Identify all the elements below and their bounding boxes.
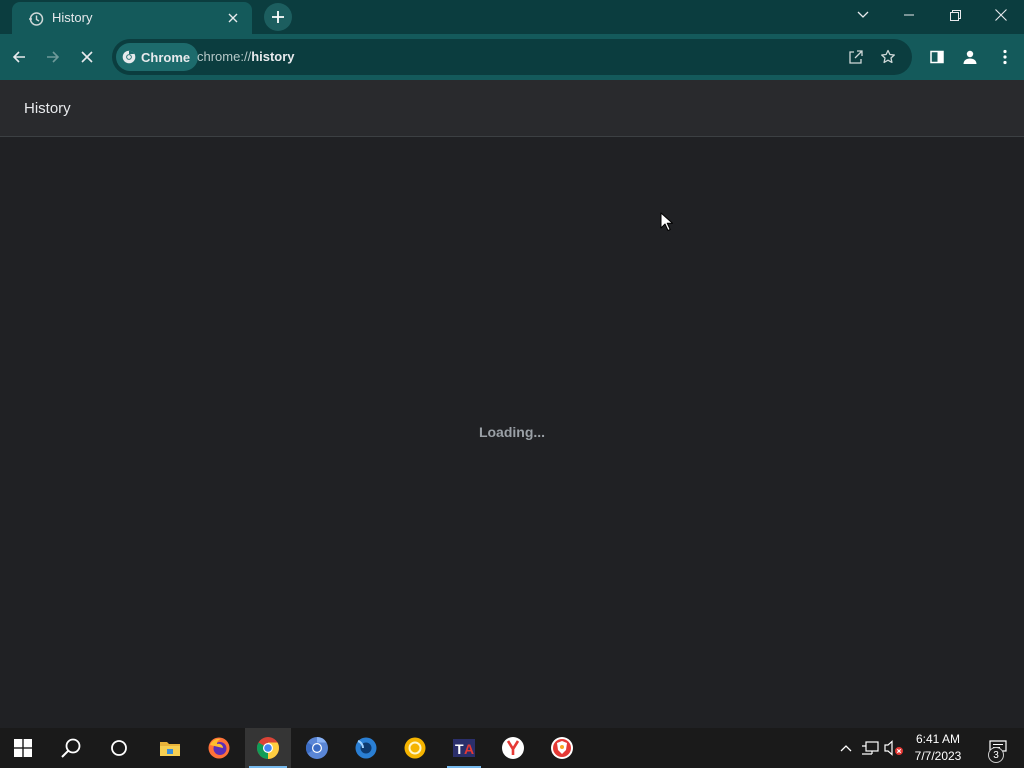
mouse-pointer-icon bbox=[660, 212, 673, 231]
tab-search-button[interactable] bbox=[840, 0, 886, 30]
folder-icon bbox=[160, 742, 180, 756]
forward-arrow-icon bbox=[47, 51, 60, 63]
plus-icon bbox=[272, 11, 284, 23]
menu-kebab-icon bbox=[1003, 49, 1007, 65]
svg-text:T: T bbox=[455, 741, 464, 757]
menu-button[interactable] bbox=[990, 42, 1020, 72]
new-tab-button[interactable] bbox=[264, 3, 292, 31]
text-editor-icon: TA bbox=[453, 739, 475, 757]
url-text[interactable]: chrome://history bbox=[197, 49, 295, 64]
close-window-button[interactable] bbox=[978, 0, 1024, 30]
chrome-logo-icon bbox=[122, 50, 136, 64]
stop-loading-icon bbox=[81, 51, 93, 63]
chrome-icon bbox=[257, 737, 279, 759]
restore-icon bbox=[949, 9, 961, 21]
brave-icon bbox=[551, 737, 573, 759]
clock-time: 6:41 AM bbox=[915, 732, 961, 746]
side-panel-button[interactable] bbox=[922, 42, 952, 72]
tab-close-icon[interactable] bbox=[224, 9, 242, 27]
minimize-button[interactable] bbox=[886, 0, 932, 30]
share-icon[interactable] bbox=[846, 47, 866, 67]
svg-text:A: A bbox=[464, 741, 474, 757]
tab-strip: History bbox=[0, 0, 1024, 34]
waterfox-button[interactable] bbox=[343, 728, 389, 768]
yandex-button[interactable] bbox=[490, 728, 536, 768]
profile-button[interactable] bbox=[955, 42, 985, 72]
forward-button[interactable] bbox=[38, 42, 68, 72]
url-host: history bbox=[251, 49, 295, 64]
tor-browser-button[interactable]: TA bbox=[441, 728, 487, 768]
yellow-browser-button[interactable] bbox=[392, 728, 438, 768]
search-icon bbox=[61, 738, 81, 758]
stop-button[interactable] bbox=[72, 42, 102, 72]
chromium-button[interactable] bbox=[294, 728, 340, 768]
volume-muted-icon[interactable] bbox=[884, 738, 904, 758]
url-scheme: chrome:// bbox=[197, 49, 252, 64]
search-button[interactable] bbox=[48, 728, 94, 768]
restore-button[interactable] bbox=[932, 0, 978, 30]
yellow-browser-icon bbox=[404, 737, 426, 759]
tray-overflow-chevron-icon[interactable] bbox=[836, 738, 856, 758]
chevron-down-icon bbox=[857, 11, 869, 18]
history-header: History bbox=[0, 80, 1024, 137]
notification-count-badge: 3 bbox=[988, 747, 1004, 763]
address-bar[interactable]: Chrome chrome://history bbox=[112, 39, 912, 75]
start-button[interactable] bbox=[0, 728, 46, 768]
yandex-icon bbox=[502, 737, 524, 759]
history-content: Loading... bbox=[0, 137, 1024, 727]
waterfox-icon bbox=[355, 737, 377, 759]
minimize-icon bbox=[904, 14, 914, 16]
back-arrow-icon bbox=[12, 51, 25, 63]
profile-icon bbox=[963, 50, 977, 64]
firefox-button[interactable] bbox=[196, 728, 242, 768]
network-icon[interactable] bbox=[860, 738, 880, 758]
cortana-ring-icon bbox=[111, 740, 127, 756]
close-icon bbox=[995, 9, 1007, 21]
cortana-button[interactable] bbox=[96, 728, 142, 768]
side-panel-icon bbox=[930, 50, 944, 64]
page-title: History bbox=[24, 100, 71, 117]
chromium-icon bbox=[306, 737, 328, 759]
tab-history[interactable]: History bbox=[12, 2, 252, 34]
windows-logo-icon bbox=[14, 739, 32, 757]
loading-text: Loading... bbox=[478, 424, 546, 440]
site-info-chip[interactable]: Chrome bbox=[116, 43, 199, 71]
browser-toolbar: Chrome chrome://history bbox=[0, 34, 1024, 80]
back-button[interactable] bbox=[4, 42, 34, 72]
file-explorer-button[interactable] bbox=[147, 728, 193, 768]
brave-button[interactable] bbox=[539, 728, 585, 768]
chrome-taskbar-button[interactable] bbox=[245, 728, 291, 768]
tab-title: History bbox=[52, 10, 93, 25]
bookmark-star-icon[interactable] bbox=[878, 47, 898, 67]
clock-date: 7/7/2023 bbox=[914, 749, 962, 763]
windows-taskbar: TA 6:41 AM 7/7/2023 3 bbox=[0, 728, 1024, 768]
firefox-icon bbox=[208, 737, 230, 759]
system-clock[interactable]: 6:41 AM 7/7/2023 bbox=[908, 731, 968, 765]
history-icon bbox=[28, 11, 44, 27]
chip-label: Chrome bbox=[141, 49, 191, 65]
